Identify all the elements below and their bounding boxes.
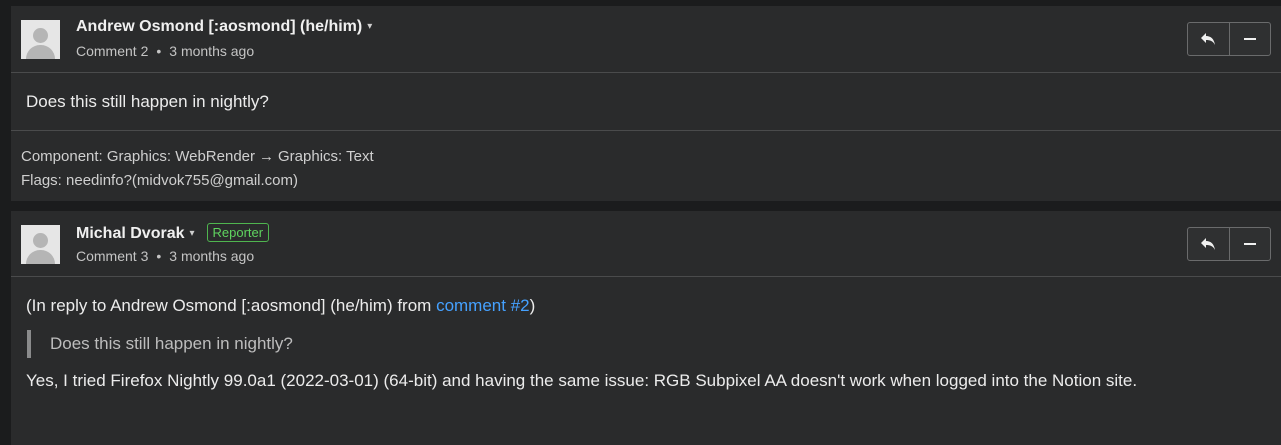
right-arrow-icon: → — [259, 148, 275, 165]
comment-activity: Component: Graphics: WebRender → Graphics:… — [11, 131, 1281, 193]
reply-button[interactable] — [1188, 23, 1229, 55]
reply-prefix: (In reply to Andrew Osmond [:aosmond] (h… — [26, 296, 437, 315]
comment-author[interactable]: Andrew Osmond [:aosmond] (he/him) ▾ — [76, 18, 372, 36]
reply-reference: (In reply to Andrew Osmond [:aosmond] (h… — [26, 296, 1281, 320]
comment-number-link[interactable]: Comment 3 — [76, 248, 148, 264]
reply-icon — [1201, 33, 1216, 45]
comment-header: Michal Dvorak ▾ Reporter Comment 3 • 3 month… — [11, 211, 1281, 277]
reporter-badge: Reporter — [206, 223, 270, 242]
comment-time[interactable]: 3 months ago — [169, 248, 254, 264]
comment-time[interactable]: 3 months ago — [169, 43, 254, 59]
meta-separator: • — [156, 43, 162, 59]
comment-actions — [1187, 22, 1271, 56]
comment-meta: Comment 2 • 3 months ago — [76, 43, 254, 59]
avatar-icon — [21, 225, 60, 264]
comment-actions — [1187, 227, 1271, 261]
comment-3: Michal Dvorak ▾ Reporter Comment 3 • 3 month… — [11, 211, 1281, 445]
comment-2: Andrew Osmond [:aosmond] (he/him) ▾ Comme… — [11, 6, 1281, 201]
comment-meta: Comment 3 • 3 months ago — [76, 248, 254, 264]
meta-separator: • — [156, 248, 162, 264]
avatar-icon — [21, 20, 60, 59]
component-change: Component: Graphics: WebRender → Graphics:… — [21, 145, 1281, 169]
comment-number-link[interactable]: Comment 2 — [76, 43, 148, 59]
component-new: Graphics: Text — [278, 148, 374, 165]
collapse-icon — [1243, 38, 1256, 40]
component-old: Component: Graphics: WebRender — [21, 148, 256, 165]
reply-icon — [1201, 238, 1216, 250]
flags-change: Flags: needinfo?(midvok755@gmail.com) — [21, 172, 299, 189]
reply-button[interactable] — [1188, 228, 1229, 260]
author-name[interactable]: Michal Dvorak — [76, 225, 184, 242]
comment-2-link[interactable]: comment #2 — [436, 296, 530, 315]
collapse-icon — [1243, 243, 1256, 245]
comment-author[interactable]: Michal Dvorak ▾ Reporter — [76, 223, 270, 243]
comment-body: (In reply to Andrew Osmond [:aosmond] (h… — [11, 277, 1281, 395]
collapse-button[interactable] — [1228, 23, 1271, 55]
comment-text: Yes, I tried Firefox Nightly 99.0a1 (202… — [26, 371, 1138, 390]
caret-down-icon[interactable]: ▾ — [189, 228, 194, 239]
author-name[interactable]: Andrew Osmond [:aosmond] (he/him) — [76, 18, 362, 35]
comment-header: Andrew Osmond [:aosmond] (he/him) ▾ Comme… — [11, 6, 1281, 73]
bug-comments-page: Andrew Osmond [:aosmond] (he/him) ▾ Comme… — [0, 0, 1281, 445]
caret-down-icon[interactable]: ▾ — [367, 21, 372, 32]
collapse-button[interactable] — [1228, 228, 1271, 260]
comment-body: Does this still happen in nightly? — [11, 73, 1281, 131]
quoted-text: Does this still happen in nightly? — [27, 330, 1281, 358]
reply-suffix: ) — [529, 296, 536, 315]
